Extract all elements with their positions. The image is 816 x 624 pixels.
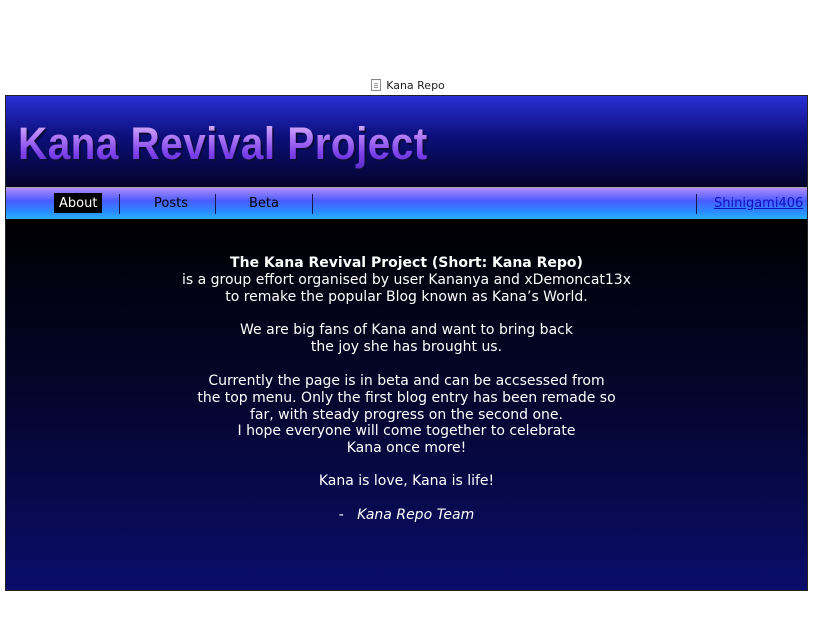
status-line: Currently the page is in beta and can be… — [208, 373, 605, 389]
tab-title: Kana Repo — [0, 76, 816, 94]
document-icon — [371, 79, 382, 91]
fans-line: We are big fans of Kana and want to brin… — [240, 322, 573, 338]
status-line: the top menu. Only the first blog entry … — [197, 389, 616, 406]
nav-separator — [119, 194, 120, 214]
intro-line: is a group effort organised by user Kana… — [181, 271, 631, 288]
tab-title-label: Kana Repo — [386, 78, 445, 92]
intro-line: to remake the popular Blog known as Kana… — [225, 288, 588, 305]
motto: Kana is love, Kana is life! — [6, 473, 807, 490]
status-line: Kana once more! — [346, 440, 467, 457]
motto-line: Kana is love, Kana is life! — [318, 473, 495, 489]
status-line: far, with steady progress on the second … — [250, 406, 563, 423]
signature: - Kana Repo Team — [6, 507, 807, 524]
nav-separator — [696, 194, 697, 214]
nav-bar: About Posts Beta Shinigami406 — [6, 187, 807, 220]
signature-name: Kana Repo Team — [357, 507, 475, 523]
nav-item-beta[interactable]: Beta — [248, 193, 280, 213]
fans-paragraph: We are big fans of Kana and want to brin… — [6, 322, 807, 356]
intro-paragraph: The Kana Revival Project (Short: Kana Re… — [6, 255, 807, 305]
nav-item-about[interactable]: About — [54, 193, 103, 213]
status-paragraph: Currently the page is in beta and can be… — [6, 373, 807, 457]
page-frame: Kana Revival Project About Posts Beta Sh… — [5, 95, 808, 591]
signature-dash: - — [338, 507, 344, 523]
nav-separator — [312, 194, 313, 214]
status-line: I hope everyone will come together to ce… — [237, 423, 576, 440]
fans-line: the joy she has brought us. — [310, 338, 503, 355]
about-content: The Kana Revival Project (Short: Kana Re… — [6, 219, 807, 590]
nav-separator — [215, 194, 216, 214]
intro-heading: The Kana Revival Project (Short: Kana Re… — [230, 255, 583, 271]
site-title: Kana Revival Project — [18, 118, 428, 169]
header-banner: Kana Revival Project — [6, 96, 807, 187]
user-link[interactable]: Shinigami406 — [714, 193, 803, 213]
nav-item-posts[interactable]: Posts — [154, 193, 188, 213]
